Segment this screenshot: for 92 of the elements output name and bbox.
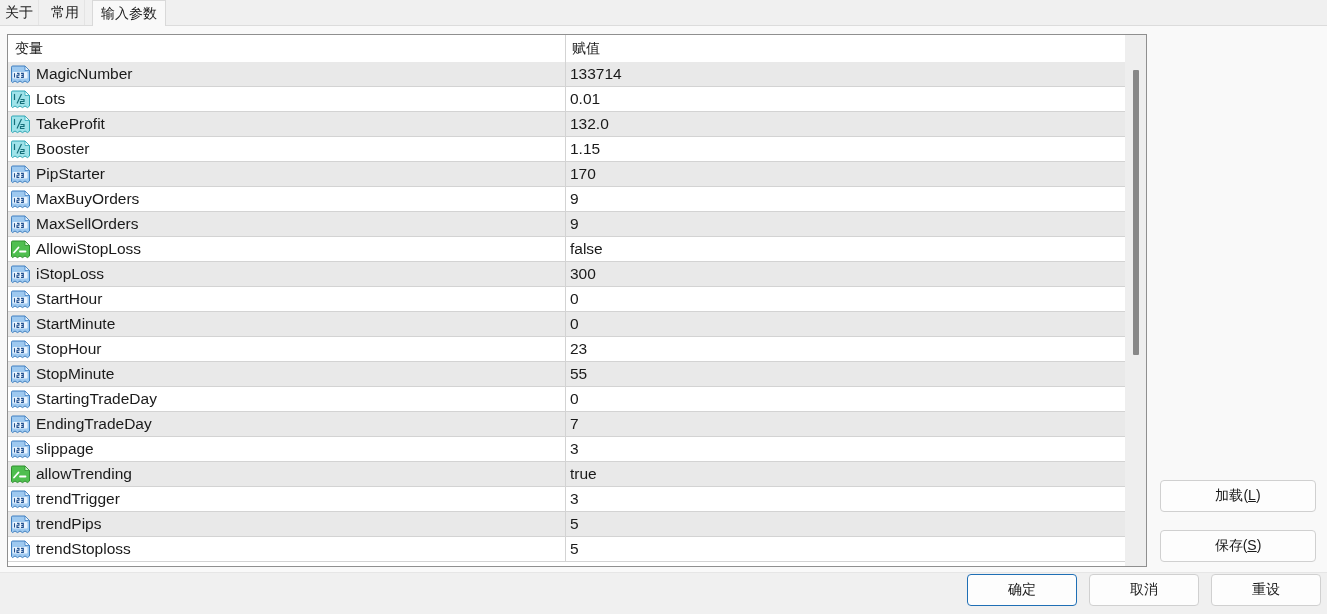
parameter-value: true (570, 465, 597, 483)
integer-icon (10, 339, 31, 359)
dialog-button[interactable]: 确定 (967, 574, 1077, 606)
side-button[interactable]: 保存(S) (1160, 530, 1316, 562)
integer-icon (10, 314, 31, 334)
integer-icon (10, 439, 31, 459)
integer-icon (10, 164, 31, 184)
tab[interactable]: 输入参数 (92, 0, 166, 26)
parameter-name: EndingTradeDay (36, 415, 152, 433)
table-row[interactable]: slippage 3 (8, 437, 1125, 462)
scrollbar[interactable] (1125, 35, 1146, 566)
table-row[interactable]: allowTrending true (8, 462, 1125, 487)
parameter-name: trendPips (36, 515, 102, 533)
table-row[interactable]: EndingTradeDay 7 (8, 412, 1125, 437)
integer-icon (10, 189, 31, 209)
table-row[interactable]: MagicNumber 133714 (8, 62, 1125, 87)
parameter-value: false (570, 240, 603, 258)
parameter-name: StartMinute (36, 315, 116, 333)
parameter-value: 0.01 (570, 90, 601, 108)
table-row[interactable]: MaxSellOrders 9 (8, 212, 1125, 237)
parameter-value: 3 (570, 440, 579, 458)
fraction-icon (10, 139, 31, 159)
parameter-name: MaxSellOrders (36, 215, 139, 233)
parameter-name: AllowiStopLoss (36, 240, 142, 258)
parameter-value: 0 (570, 290, 579, 308)
table-row[interactable]: StartMinute 0 (8, 312, 1125, 337)
parameter-name: allowTrending (36, 465, 132, 483)
parameter-value: 9 (570, 215, 579, 233)
parameter-name: trendStoploss (36, 540, 131, 558)
parameter-name: slippage (36, 440, 94, 458)
table-row[interactable]: StopHour 23 (8, 337, 1125, 362)
parameter-name: TakeProfit (36, 115, 105, 133)
integer-icon (10, 289, 31, 309)
table-row[interactable]: trendTrigger 3 (8, 487, 1125, 512)
table-row[interactable]: StartHour 0 (8, 287, 1125, 312)
parameter-value: 5 (570, 540, 579, 558)
parameter-name: StopMinute (36, 365, 115, 383)
table-row[interactable]: Booster 1.15 (8, 137, 1125, 162)
dialog-button[interactable]: 取消 (1089, 574, 1199, 606)
table-row[interactable]: PipStarter 170 (8, 162, 1125, 187)
parameter-value: 1.15 (570, 140, 601, 158)
table-row[interactable]: AllowiStopLoss false (8, 237, 1125, 262)
table-row[interactable]: iStopLoss 300 (8, 262, 1125, 287)
tab[interactable]: 常用 (46, 0, 85, 25)
parameter-value: 0 (570, 315, 579, 333)
parameter-name: MaxBuyOrders (36, 190, 140, 208)
parameter-name: iStopLoss (36, 265, 105, 283)
integer-icon (10, 539, 31, 559)
switch-icon (10, 464, 31, 484)
table-row[interactable]: TakeProfit 132.0 (8, 112, 1125, 137)
parameter-value: 133714 (570, 65, 622, 83)
parameter-value: 7 (570, 415, 579, 433)
fraction-icon (10, 114, 31, 134)
table-row[interactable]: StopMinute 55 (8, 362, 1125, 387)
parameter-value: 23 (570, 340, 588, 358)
integer-icon (10, 214, 31, 234)
parameter-name: StartHour (36, 290, 103, 308)
integer-icon (10, 514, 31, 534)
switch-icon (10, 239, 31, 259)
parameter-name: trendTrigger (36, 490, 120, 508)
fraction-icon (10, 89, 31, 109)
parameter-name: Booster (36, 140, 90, 158)
parameter-value: 132.0 (570, 115, 609, 133)
integer-icon (10, 64, 31, 84)
scrollbar-thumb[interactable] (1132, 70, 1139, 355)
parameter-name: StartingTradeDay (36, 390, 157, 408)
parameter-value: 3 (570, 490, 579, 508)
parameter-value: 55 (570, 365, 588, 383)
table-row[interactable]: trendPips 5 (8, 512, 1125, 537)
parameter-value: 0 (570, 390, 579, 408)
parameter-name: PipStarter (36, 165, 105, 183)
parameter-name: StopHour (36, 340, 102, 358)
dialog-button[interactable]: 重设 (1211, 574, 1321, 606)
integer-icon (10, 264, 31, 284)
integer-icon (10, 364, 31, 384)
table-row[interactable]: StartingTradeDay 0 (8, 387, 1125, 412)
parameter-value: 5 (570, 515, 579, 533)
integer-icon (10, 389, 31, 409)
table-row[interactable]: Lots 0.01 (8, 87, 1125, 112)
side-button[interactable]: 加载(L) (1160, 480, 1316, 512)
table-row[interactable]: trendStoploss 5 (8, 537, 1125, 562)
column-header: 变量 (15, 39, 43, 58)
integer-icon (10, 414, 31, 434)
parameter-value: 170 (570, 165, 596, 183)
parameter-name: Lots (36, 90, 66, 108)
integer-icon (10, 489, 31, 509)
table-row[interactable]: MaxBuyOrders 9 (8, 187, 1125, 212)
parameter-value: 300 (570, 265, 596, 283)
column-header: 赋值 (572, 39, 600, 58)
tab[interactable]: 关于 (0, 0, 39, 25)
parameter-value: 9 (570, 190, 579, 208)
parameter-name: MagicNumber (36, 65, 133, 83)
